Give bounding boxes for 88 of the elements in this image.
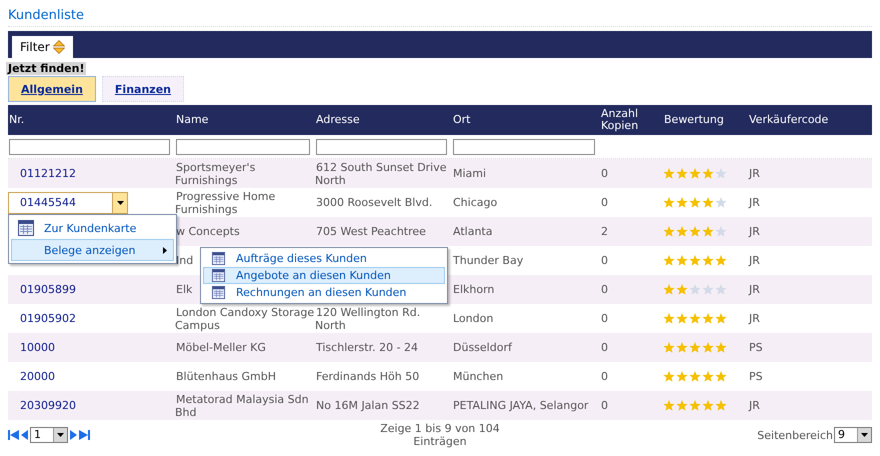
table-cell: London Candoxy Storage Campus [175, 306, 314, 332]
previous-page-icon[interactable] [21, 430, 28, 440]
table-cell: 0 [600, 399, 608, 412]
filter-field[interactable] [453, 138, 595, 154]
filter-field[interactable] [176, 138, 310, 154]
page-size-label: Seitenbereich [757, 428, 833, 442]
customer-number[interactable]: 01905899 [8, 283, 76, 296]
filter-tab[interactable]: Filter [12, 36, 73, 58]
table-cell: 705 West Peachtree [315, 225, 426, 238]
table-cell: Sportsmeyer's Furnishings [175, 160, 256, 186]
customer-number[interactable]: 20000 [8, 370, 55, 383]
table-cell: 0 [600, 167, 608, 180]
table-cell: 0 [600, 283, 608, 296]
menu-item[interactable]: Rechnungen an diesen Kunden [203, 284, 445, 301]
first-page-icon[interactable] [8, 430, 19, 440]
paging-summary: Zeige 1 bis 9 von 104 Einträgen [379, 422, 501, 448]
table-cell: 3000 Roosevelt Blvd. [315, 196, 432, 209]
table-cell: JR [748, 225, 760, 238]
table-cell: Chicago [452, 196, 498, 209]
column-header[interactable]: Anzahl Kopien [600, 108, 661, 132]
expand-collapse-icon [52, 40, 65, 54]
table-cell: w Concepts [175, 225, 240, 238]
menu-item[interactable]: Belege anzeigen [11, 239, 174, 261]
table-cell: PETALING JAYA, Selangor [452, 399, 588, 412]
caret-icon [861, 433, 868, 437]
menu-item[interactable]: Aufträge dieses Kunden [203, 250, 445, 267]
customer-number[interactable]: 01905902 [8, 312, 76, 325]
table-cell: Progressive Home Furnishings [175, 190, 276, 216]
table-icon [18, 220, 34, 236]
table-cell: JR [748, 283, 760, 296]
table-cell: PS [748, 341, 763, 354]
table-cell: Miami [452, 167, 486, 180]
customer-number[interactable]: 10000 [8, 341, 55, 354]
table-cell: 0 [600, 341, 608, 354]
customer-number[interactable]: 01121212 [8, 167, 76, 180]
column-header[interactable]: Verkäufercode [748, 114, 828, 126]
table-cell: PS [748, 370, 763, 383]
column-header[interactable]: Nr. [8, 114, 24, 126]
table-cell: JR [748, 196, 760, 209]
table-cell: 0 [600, 254, 608, 267]
table-cell: JR [748, 312, 760, 325]
last-page-icon[interactable] [79, 430, 90, 440]
table-icon [212, 269, 224, 282]
caret-icon [116, 200, 124, 204]
table-cell: Düsseldorf [452, 341, 512, 354]
table-cell: Möbel-Meller KG [175, 341, 266, 354]
table-cell: Ind [175, 254, 194, 267]
table-cell: 612 South Sunset Drive North [315, 160, 447, 186]
find-now-label[interactable]: Jetzt finden! [6, 62, 86, 75]
page-title: Kundenliste [7, 7, 84, 25]
page-size-select[interactable]: 9 [834, 427, 872, 443]
table-cell: JR [748, 254, 760, 267]
table-icon [212, 252, 224, 265]
filter-field[interactable] [9, 138, 170, 154]
table-cell: 0 [600, 370, 608, 383]
table-cell: 0 [600, 196, 608, 209]
table-cell: München [452, 370, 504, 383]
caret-icon [57, 433, 64, 437]
table-cell: Atlanta [452, 225, 492, 238]
table-cell: Blütenhaus GmbH [175, 370, 276, 383]
table-icon [212, 286, 224, 299]
table-cell: 2 [600, 225, 608, 238]
table-cell: Elk [175, 283, 192, 296]
menu-item[interactable]: Zur Kundenkarte [11, 217, 174, 239]
table-cell: 120 Wellington Rd. North [315, 306, 420, 332]
table-cell: London [452, 312, 494, 325]
table-cell: Tischlerstr. 20 - 24 [315, 341, 418, 354]
column-header[interactable]: Ort [452, 114, 470, 126]
next-page-icon[interactable] [70, 430, 77, 440]
table-cell: 0 [600, 312, 608, 325]
submenu-arrow-icon [163, 247, 167, 254]
table-cell: Elkhorn [452, 283, 494, 296]
tab[interactable]: Allgemein [8, 76, 96, 102]
filter-field[interactable] [316, 138, 447, 154]
column-header[interactable]: Bewertung [663, 114, 724, 126]
customer-number[interactable]: 20309920 [8, 399, 76, 412]
tab[interactable]: Finanzen [102, 76, 184, 102]
customer-number-dropdown[interactable]: 01445544 [8, 192, 128, 214]
page-select[interactable]: 1 [30, 427, 68, 443]
table-cell: JR [748, 167, 760, 180]
table-cell: JR [748, 399, 760, 412]
menu-item[interactable]: Angebote an diesen Kunden [203, 267, 445, 284]
table-cell: Thunder Bay [452, 254, 524, 267]
column-header[interactable]: Name [175, 114, 208, 126]
table-cell: Ferdinands Höh 50 [315, 370, 420, 383]
table-cell: No 16M Jalan SS22 [315, 399, 420, 412]
table-cell: Metatorad Malaysia Sdn Bhd [175, 392, 309, 418]
column-header[interactable]: Adresse [315, 114, 360, 126]
